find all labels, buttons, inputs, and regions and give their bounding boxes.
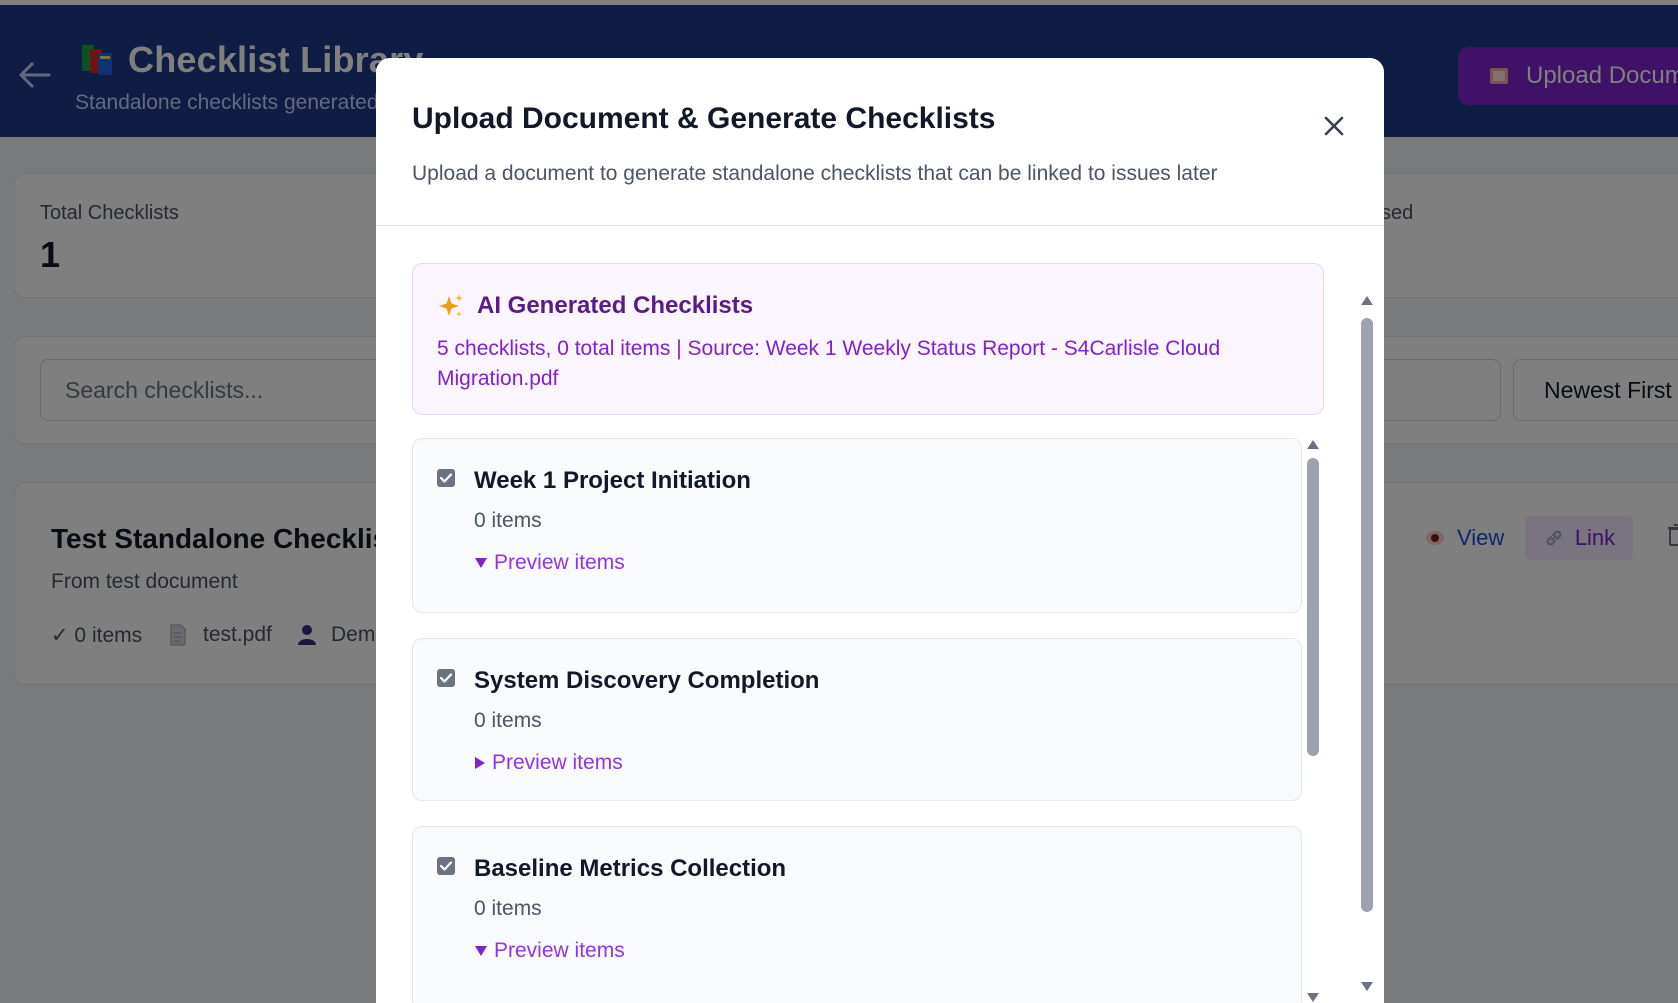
preview-items-label: Preview items [494,939,625,962]
ai-panel-summary: 5 checklists, 0 total items | Source: We… [437,337,1221,390]
preview-items-toggle[interactable]: Preview items [474,939,625,963]
checklist-checkbox[interactable] [437,669,455,687]
checklist-item-count: 0 items [474,509,542,532]
inner-scrollbar[interactable] [1302,438,1324,1003]
inner-scrollbar-thumb[interactable] [1307,458,1319,756]
checklist-checkbox[interactable] [437,857,455,875]
ai-panel-title-text: AI Generated Checklists [477,292,754,319]
checklist-list[interactable]: Week 1 Project Initiation 0 items Previe… [412,438,1302,1003]
upload-modal: Upload Document & Generate Checklists Up… [376,58,1384,1003]
ai-generated-panel: AI Generated Checklists 5 checklists, 0 … [412,263,1324,415]
checkmark-icon [439,673,453,683]
caret-right-icon [475,757,485,769]
list-item: Baseline Metrics Collection 0 items Prev… [412,826,1302,1003]
modal-title: Upload Document & Generate Checklists [412,102,996,135]
scroll-down-icon [1361,982,1373,991]
modal-divider [376,225,1384,226]
checkmark-icon [439,473,453,483]
scroll-down-icon [1307,993,1319,1002]
checklist-item-title: Baseline Metrics Collection [474,855,787,882]
preview-items-label: Preview items [494,551,625,574]
close-icon [1324,116,1344,136]
modal-scrollbar-thumb[interactable] [1361,318,1373,912]
list-item: Week 1 Project Initiation 0 items Previe… [412,438,1302,613]
caret-down-icon [475,946,487,956]
modal-subtitle: Upload a document to generate standalone… [412,162,1218,185]
checklist-item-count: 0 items [474,709,542,732]
checklist-item-title: Week 1 Project Initiation [474,467,751,494]
sparkles-icon [439,294,463,317]
scroll-up-icon [1307,440,1319,449]
ai-panel-title: AI Generated Checklists [437,292,753,320]
list-item: System Discovery Completion 0 items Prev… [412,638,1302,801]
preview-items-label: Preview items [492,751,623,774]
checklist-checkbox[interactable] [437,469,455,487]
scroll-up-icon [1361,296,1373,305]
caret-down-icon [475,558,487,568]
preview-items-toggle[interactable]: Preview items [474,551,625,575]
checklist-item-count: 0 items [474,897,542,920]
checkmark-icon [439,861,453,871]
preview-items-toggle[interactable]: Preview items [474,751,623,775]
close-button[interactable] [1316,108,1352,144]
modal-scrollbar[interactable] [1356,230,1378,1003]
checklist-item-title: System Discovery Completion [474,667,820,694]
